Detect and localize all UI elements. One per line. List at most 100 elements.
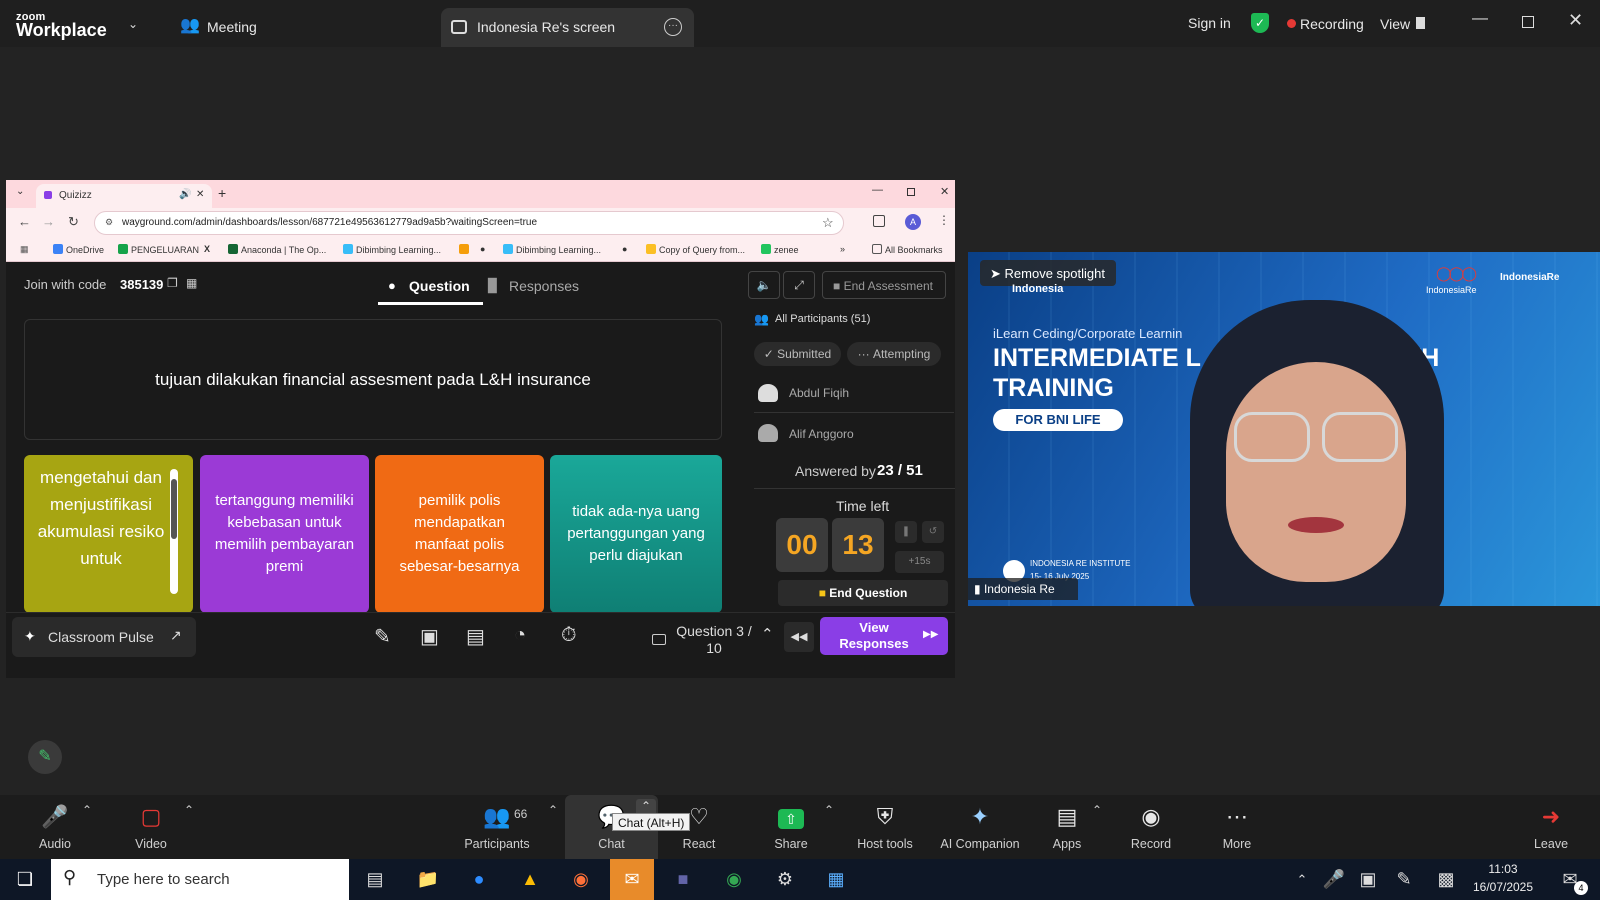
bookmark-star-icon[interactable]: ☆ (822, 215, 834, 231)
clock-date[interactable]: 16/07/2025 (1468, 880, 1538, 894)
bookmark-orange-icon[interactable] (459, 244, 472, 255)
add-15s-button[interactable]: +15s (895, 551, 944, 573)
profile-avatar[interactable]: A (905, 214, 921, 230)
extensions-icon[interactable] (873, 215, 885, 227)
settings-gear-icon[interactable]: ⚙ (763, 859, 807, 900)
bookmark-copy-query[interactable]: Copy of Query from... (646, 244, 745, 255)
pen-icon[interactable]: ✎ (374, 624, 391, 649)
previous-icon[interactable]: ◀◀ (784, 622, 814, 652)
record-button[interactable]: ◉ Record (1106, 795, 1196, 859)
pause-timer-icon[interactable]: ❚ (895, 521, 917, 543)
bookmark-dibimbing-1[interactable]: Dibimbing Learning... (343, 244, 441, 255)
answer-option-3[interactable]: pemilik polis mendapatkan manfaat polis … (375, 455, 544, 613)
browser-minimize-icon[interactable]: — (872, 184, 883, 196)
participants-button[interactable]: 👥 Participants (452, 795, 542, 859)
globe-icon[interactable]: ● (480, 244, 485, 254)
windows-start-icon[interactable]: ❏ (3, 859, 47, 900)
chrome-icon[interactable]: ◉ (712, 859, 756, 900)
speedometer-icon[interactable]: ◔ (514, 624, 526, 647)
outlook-icon[interactable]: ✉ (610, 859, 654, 900)
notifications-icon[interactable]: ✉ (1548, 859, 1592, 900)
answer-option-4[interactable]: tidak ada-nya uang pertanggungan yang pe… (550, 455, 722, 613)
bookmark-zenee[interactable]: zenee (761, 244, 799, 255)
end-question-button[interactable]: ■ End Question (778, 580, 948, 606)
filter-attempting[interactable]: ··· Attempting (847, 342, 941, 366)
browser-restore-icon[interactable] (907, 188, 915, 196)
share-button[interactable]: ⇧ Share (746, 795, 836, 859)
host-tools-button[interactable]: ⛨ Host tools (840, 795, 930, 859)
view-responses-button[interactable]: View Responses ▶▶ (820, 617, 948, 655)
bookmark-onedrive[interactable]: OneDrive (53, 244, 104, 255)
url-field[interactable]: ⚙ wayground.com/admin/dashboards/lesson/… (94, 211, 844, 235)
reset-timer-icon[interactable]: ↺ (922, 521, 944, 543)
shared-screen-tab[interactable]: Indonesia Re's screen ··· (441, 8, 694, 47)
chevron-up-icon[interactable]: ⌃ (548, 803, 558, 817)
bookmark-anaconda[interactable]: Anaconda | The Op... (228, 244, 326, 255)
browser-close-icon[interactable]: ✕ (940, 185, 949, 198)
reload-icon[interactable]: ↻ (68, 214, 79, 230)
chevron-up-icon[interactable]: ⌃ (184, 803, 194, 817)
photos-icon[interactable]: ▦ (814, 859, 858, 900)
leave-button[interactable]: ➜ Leave (1506, 795, 1596, 859)
globe-icon[interactable]: ● (622, 244, 627, 254)
timer-icon[interactable]: ⏱ (561, 624, 577, 647)
ai-companion-button[interactable]: ✦ AI Companion (930, 795, 1030, 859)
close-icon[interactable]: ✕ (1568, 10, 1583, 31)
option-scrollbar[interactable] (170, 469, 178, 594)
pen-icon[interactable]: ✎ (1382, 859, 1426, 900)
forward-icon[interactable]: → (42, 214, 55, 229)
maximize-icon[interactable] (1522, 16, 1534, 28)
browser-tab[interactable]: Quizizz 🔊 ✕ (36, 184, 212, 208)
clock-time[interactable]: 11:03 (1468, 862, 1538, 876)
participants-menu-icon[interactable]: ⋮ (952, 311, 955, 325)
slides-icon[interactable] (652, 634, 666, 645)
annotate-pen-icon[interactable]: ✎ (28, 740, 62, 774)
bookmark-dibimbing-2[interactable]: Dibimbing Learning... (503, 244, 601, 255)
mute-icon[interactable]: 🔈 (748, 271, 780, 299)
recording-status[interactable]: Recording (1300, 16, 1364, 32)
task-view-icon[interactable]: ▤ (353, 859, 397, 900)
whiteboard-icon[interactable]: ▣ (420, 624, 439, 649)
answer-option-2[interactable]: tertanggung memiliki kebebasan untuk mem… (200, 455, 369, 613)
tab-question[interactable]: Question (409, 278, 470, 294)
end-assessment-button[interactable]: ■ End Assessment (822, 271, 946, 299)
chevron-up-icon[interactable]: ⌃ (82, 803, 92, 817)
teams-icon[interactable]: ■ (661, 859, 705, 900)
video-button[interactable]: ▢ Video (106, 795, 196, 859)
security-shield-icon[interactable]: ✓ (1251, 13, 1269, 33)
sign-in-button[interactable]: Sign in (1188, 15, 1231, 31)
classroom-pulse-button[interactable]: ✦ Classroom Pulse ↗ (12, 617, 196, 657)
new-tab-icon[interactable]: + (218, 185, 226, 201)
qr-code-icon[interactable]: ▦ (186, 276, 197, 290)
podium-icon[interactable]: ▤ (466, 624, 485, 649)
tab-list-icon[interactable]: ⌄ (16, 186, 24, 197)
copy-icon[interactable]: ❐ (167, 276, 178, 290)
chevron-up-icon[interactable]: ⌃ (824, 803, 834, 817)
all-participants-label[interactable]: All Participants (51) (775, 313, 870, 325)
minimize-icon[interactable]: — (1472, 10, 1488, 28)
more-options-icon[interactable]: ··· (664, 18, 682, 36)
browser-menu-icon[interactable]: ⋮ (938, 213, 950, 227)
x-icon[interactable]: X (204, 244, 210, 254)
zoom-app-icon[interactable]: ● (457, 859, 501, 900)
back-icon[interactable]: ← (18, 214, 31, 229)
filter-submitted[interactable]: ✓ Submitted (754, 342, 841, 366)
taskbar-search-field[interactable]: ⚲ Type here to search (51, 859, 349, 900)
google-drive-icon[interactable]: ▲ (508, 859, 552, 900)
chevron-down-icon[interactable]: ⌄ (128, 17, 138, 31)
meeting-tab[interactable]: Meeting (207, 19, 257, 35)
fullscreen-icon[interactable]: ⤢ (783, 271, 815, 299)
react-button[interactable]: ♡ React (654, 795, 744, 859)
more-bookmarks-icon[interactable]: » (840, 244, 845, 254)
all-bookmarks[interactable]: All Bookmarks (872, 244, 943, 255)
site-info-icon[interactable]: ⚙ (105, 217, 113, 228)
more-button[interactable]: ⋯ More (1192, 795, 1282, 859)
tab-responses[interactable]: Responses (509, 278, 579, 294)
keyboard-icon[interactable]: ▩ (1424, 859, 1468, 900)
bookmark-pengeluaran[interactable]: PENGELUARAN (118, 244, 199, 255)
answer-option-1[interactable]: mengetahui dan menjustifikasi akumulasi … (24, 455, 193, 613)
chevron-up-icon[interactable]: ⌃ (1092, 803, 1102, 817)
apps-grid-icon[interactable]: ▦ (20, 244, 29, 255)
chevron-up-icon[interactable]: ⌃ (761, 625, 774, 643)
file-explorer-icon[interactable]: 📁 (406, 859, 450, 900)
